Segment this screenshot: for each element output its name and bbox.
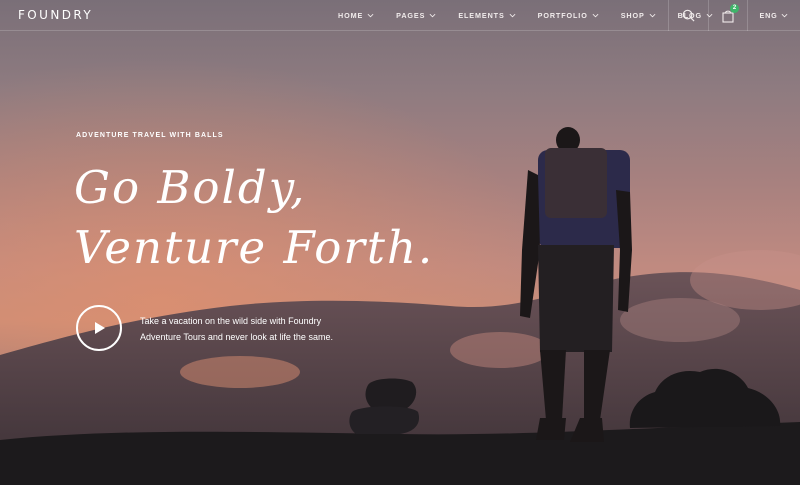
chevron-down-icon — [649, 13, 656, 18]
hero-section: FOUNDRY HOME PAGES ELEMENTS PORTFOLIO SH… — [0, 0, 800, 485]
menu-item-home[interactable]: HOME — [338, 11, 374, 20]
menu-item-pages[interactable]: PAGES — [396, 11, 436, 20]
top-navigation-bar: FOUNDRY HOME PAGES ELEMENTS PORTFOLIO SH… — [0, 0, 800, 31]
cart-count-badge: 2 — [730, 3, 739, 13]
search-button[interactable] — [668, 0, 708, 31]
chevron-down-icon — [367, 13, 374, 18]
language-label: ENG — [759, 11, 778, 20]
menu-item-label: SHOP — [620, 11, 645, 20]
menu-item-label: PORTFOLIO — [537, 11, 588, 20]
chevron-down-icon — [429, 13, 436, 18]
menu-item-label: HOME — [338, 11, 364, 20]
menu-item-label: PAGES — [396, 11, 426, 20]
chevron-down-icon — [592, 13, 599, 18]
cart-icon-wrap: 2 — [721, 3, 739, 23]
menu-item-label: ELEMENTS — [458, 11, 505, 20]
language-selector[interactable]: ENG — [747, 0, 800, 31]
headline-line-2: Venture Forth. — [74, 221, 435, 274]
play-video-button[interactable] — [76, 305, 122, 351]
menu-item-elements[interactable]: ELEMENTS — [458, 11, 516, 20]
hero-headline: Go Boldy, Venture Forth. — [74, 158, 494, 278]
menu-item-shop[interactable]: SHOP — [621, 11, 656, 20]
brand-logo[interactable]: FOUNDRY — [18, 8, 93, 22]
hero-tagline: Take a vacation on the wild side with Fo… — [140, 316, 333, 342]
headline-line-1: Go Boldy, — [74, 161, 307, 214]
cart-button[interactable]: 2 — [708, 0, 747, 31]
play-icon — [95, 322, 105, 334]
search-icon — [682, 9, 695, 22]
chevron-down-icon — [782, 13, 788, 18]
hero-eyebrow: ADVENTURE TRAVEL WITH BALLS — [76, 132, 224, 139]
chevron-down-icon — [509, 13, 516, 18]
menu-item-portfolio[interactable]: PORTFOLIO — [538, 11, 599, 20]
